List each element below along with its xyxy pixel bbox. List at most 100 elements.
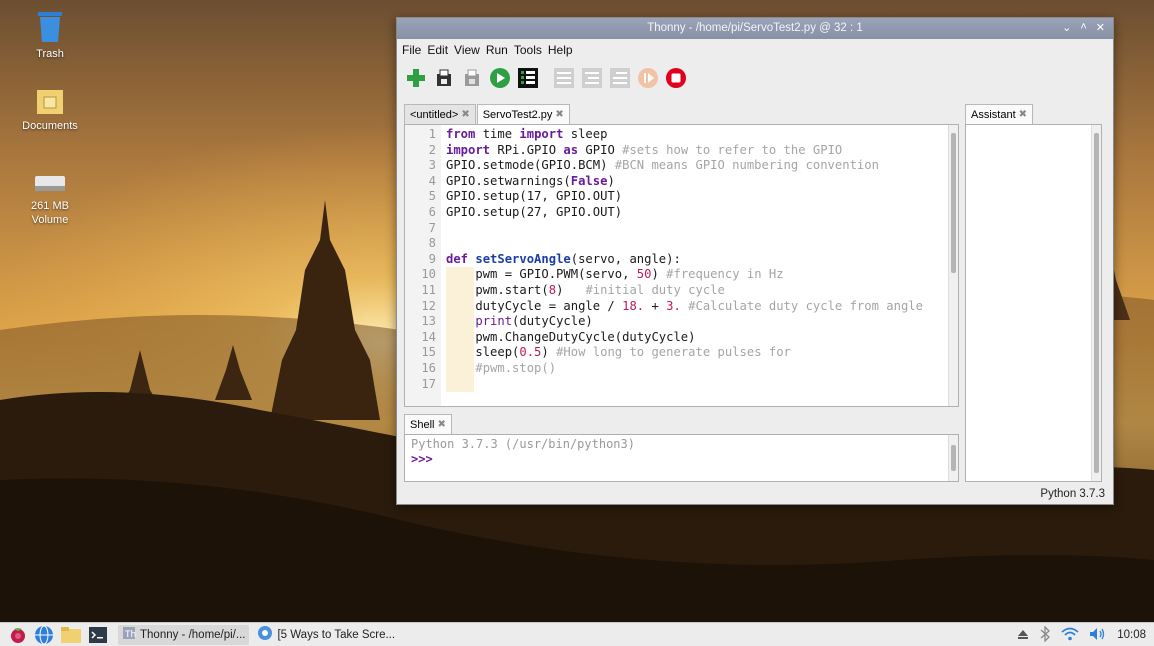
code-line (446, 376, 944, 393)
stop-icon[interactable] (665, 67, 687, 89)
eject-icon[interactable] (1017, 628, 1029, 643)
code-line: dutyCycle = angle / 18. + 3. #Calculate … (446, 298, 923, 315)
menu-run[interactable]: Run (486, 43, 508, 57)
menu-view[interactable]: View (454, 43, 480, 57)
tab-label: Assistant (971, 108, 1016, 121)
toolbar (397, 61, 1113, 95)
menu-file[interactable]: File (402, 43, 421, 57)
assistant-tabs: Assistant ✖ (965, 104, 1034, 124)
save-file-icon[interactable] (461, 67, 483, 89)
assistant-scrollbar[interactable] (1091, 125, 1101, 481)
code-line: GPIO.setwarnings(False) (446, 173, 615, 188)
editor-scrollbar[interactable] (948, 125, 958, 406)
desktop-icon-label: Documents (22, 120, 78, 132)
code-line: from time import sleep (446, 127, 608, 141)
new-file-icon[interactable] (405, 67, 427, 89)
scrollbar-thumb[interactable] (1094, 133, 1099, 473)
shell-prompt: >>> (411, 452, 433, 466)
maximize-button[interactable]: ˄ (1080, 21, 1086, 34)
desktop-icon-documents[interactable]: Documents (5, 88, 95, 133)
tab-shell[interactable]: Shell ✖ (404, 414, 452, 434)
tab-label: ServoTest2.py (482, 108, 553, 121)
line-number: 11 (421, 282, 436, 297)
run-icon[interactable] (489, 67, 511, 89)
shell-banner: Python 3.7.3 (/usr/bin/python3) (411, 437, 635, 451)
shell-output: Python 3.7.3 (/usr/bin/python3) >>> (411, 437, 635, 467)
shell-pane[interactable]: Python 3.7.3 (/usr/bin/python3) >>> (404, 434, 959, 482)
desktop-icon-label: 261 MB Volume (31, 200, 69, 226)
tab-assistant[interactable]: Assistant ✖ (965, 104, 1034, 124)
resume-icon[interactable] (637, 67, 659, 89)
line-number: 3 (428, 158, 436, 173)
raspberry-menu-icon[interactable] (8, 625, 28, 645)
svg-text:Th: Th (124, 630, 136, 640)
scrollbar-thumb[interactable] (951, 133, 956, 273)
tab-untitled[interactable]: <untitled> ✖ (404, 104, 476, 124)
file-manager-icon[interactable] (60, 625, 82, 645)
line-number: 2 (428, 142, 436, 157)
thonny-app-icon: Th (122, 626, 136, 643)
code-line: print(dutyCycle) (446, 314, 944, 330)
clock[interactable]: 10:08 (1117, 629, 1146, 641)
shell-scrollbar[interactable] (948, 435, 958, 481)
system-tray: 10:08 (1017, 624, 1146, 645)
step-into-icon[interactable] (581, 67, 603, 89)
minimize-button[interactable]: ⌄ (1062, 21, 1071, 34)
task-label: Thonny - /home/pi/... (140, 628, 246, 641)
code-line: import RPi.GPIO as GPIO #sets how to ref… (446, 142, 843, 157)
line-numbers: 1 2 3 4 5 6 7 8 9 10 11 12 13 14 15 16 1… (405, 125, 441, 406)
shell-tabs: Shell ✖ (404, 414, 453, 434)
task-label: [5 Ways to Take Scre... (277, 628, 396, 641)
interpreter-status[interactable]: Python 3.7.3 (1040, 488, 1105, 500)
trash-icon (38, 12, 62, 42)
volume-icon[interactable] (1089, 627, 1107, 644)
bluetooth-icon[interactable] (1039, 624, 1051, 645)
tab-label: <untitled> (410, 108, 459, 121)
folder-icon (37, 90, 63, 114)
window-title: Thonny - /home/pi/ServoTest2.py @ 32 : 1 (647, 22, 863, 34)
line-number: 7 (428, 220, 436, 235)
step-over-icon[interactable] (553, 67, 575, 89)
menu-bar: File Edit View Run Tools Help (397, 39, 1113, 61)
close-tab-icon[interactable]: ✖ (1019, 109, 1027, 120)
line-number: 9 (428, 251, 436, 266)
drive-icon (35, 176, 65, 191)
assistant-pane[interactable] (965, 124, 1102, 482)
code-line: pwm = GPIO.PWM(servo, 50) #frequency in … (446, 267, 784, 283)
wifi-icon[interactable] (1061, 627, 1079, 644)
close-tab-icon[interactable]: ✖ (437, 419, 445, 430)
step-out-icon[interactable] (609, 67, 631, 89)
editor-tabs: <untitled> ✖ ServoTest2.py ✖ (404, 104, 571, 124)
menu-help[interactable]: Help (548, 43, 573, 57)
debug-icon[interactable] (517, 67, 539, 89)
line-number: 17 (421, 376, 436, 391)
task-thonny[interactable]: Th Thonny - /home/pi/... (118, 624, 250, 645)
open-file-icon[interactable] (433, 67, 455, 89)
code-line: pwm.start(8) #initial duty cycle (446, 282, 725, 299)
line-number: 13 (421, 314, 436, 329)
menu-edit[interactable]: Edit (427, 43, 448, 57)
code-lines: from time import sleep import RPi.GPIO as… (446, 127, 944, 393)
terminal-icon[interactable] (88, 625, 108, 645)
line-number: 6 (428, 204, 436, 219)
code-editor[interactable]: 1 2 3 4 5 6 7 8 9 10 11 12 13 14 15 16 1… (404, 124, 959, 407)
code-line: GPIO.setup(27, GPIO.OUT) (446, 204, 623, 219)
line-number: 5 (428, 189, 436, 204)
line-number: 15 (421, 345, 436, 360)
desktop-icon-trash[interactable]: Trash (5, 10, 95, 61)
line-number: 12 (421, 298, 436, 313)
close-button[interactable]: ✕ (1096, 21, 1105, 34)
line-number: 8 (428, 236, 436, 251)
scrollbar-thumb[interactable] (951, 445, 956, 471)
desktop-icon-volume[interactable]: 261 MB Volume (5, 172, 95, 227)
browser-icon[interactable] (34, 625, 54, 645)
line-number: 16 (421, 360, 436, 375)
code-line: GPIO.setup(17, GPIO.OUT) (446, 189, 623, 204)
task-browser[interactable]: [5 Ways to Take Scre... (253, 625, 399, 645)
window-titlebar[interactable]: Thonny - /home/pi/ServoTest2.py @ 32 : 1… (397, 18, 1113, 39)
menu-tools[interactable]: Tools (514, 43, 542, 57)
tab-servotest2[interactable]: ServoTest2.py ✖ (476, 104, 570, 124)
close-tab-icon[interactable]: ✖ (555, 109, 563, 120)
close-tab-icon[interactable]: ✖ (461, 109, 469, 120)
